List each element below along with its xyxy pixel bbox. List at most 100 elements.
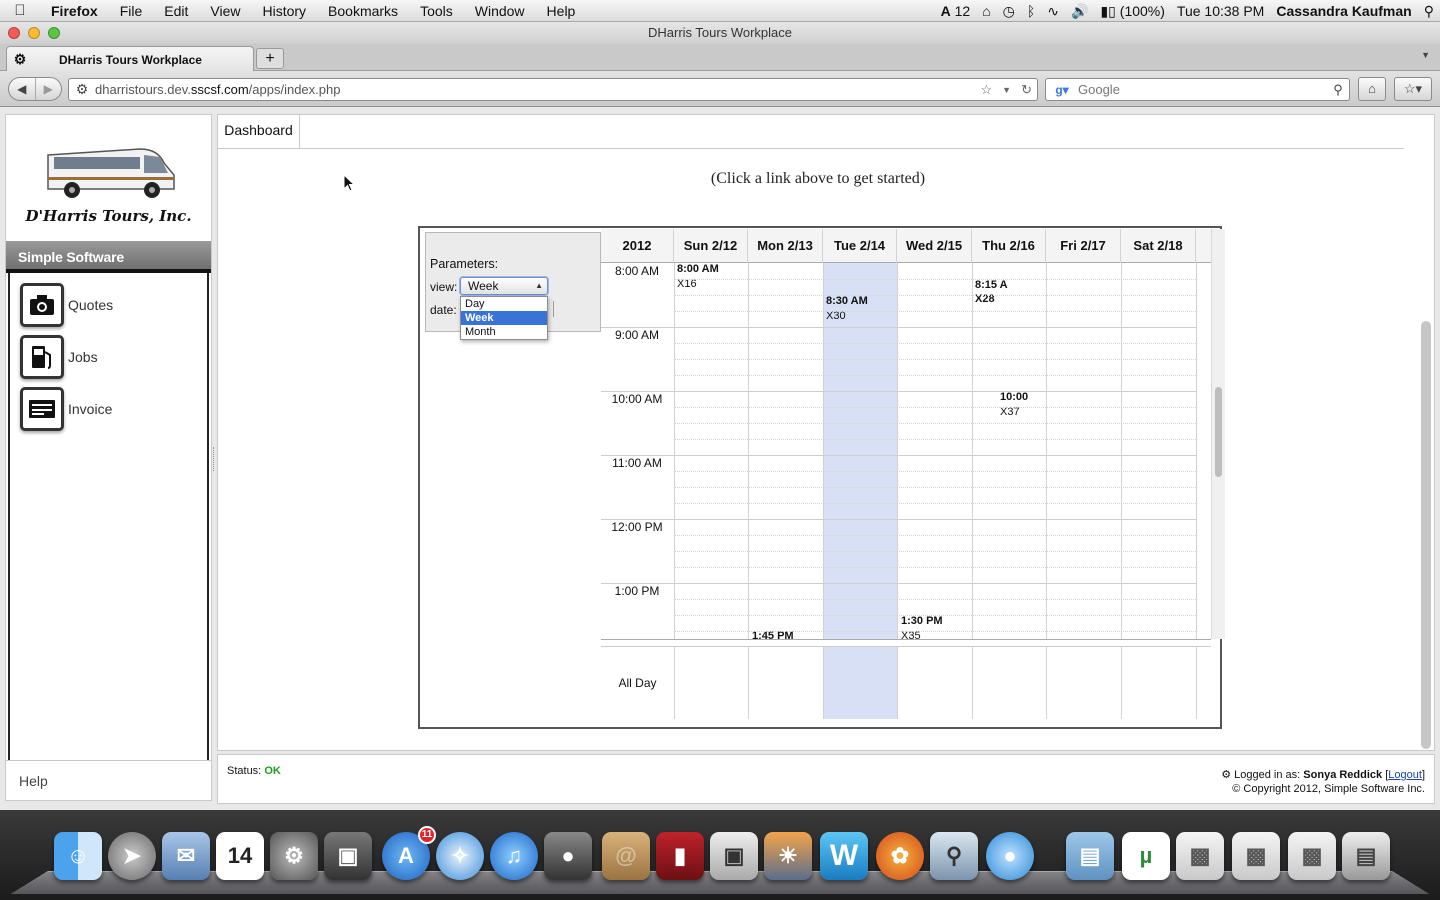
calendar-icon[interactable]: 14 <box>216 832 264 880</box>
menu-help[interactable]: Help <box>536 3 587 19</box>
facetime-icon[interactable]: ● <box>544 832 592 880</box>
preview-icon[interactable]: ▣ <box>710 832 758 880</box>
day-header[interactable]: Thu 2/16 <box>972 229 1046 263</box>
all-day-row[interactable]: All Day <box>601 646 1211 719</box>
minimize-window-button[interactable] <box>28 27 40 39</box>
logout-link[interactable]: Logout <box>1388 769 1422 781</box>
apple-menu-icon[interactable]:  <box>0 2 40 19</box>
minimized-window-icon[interactable]: ▩ <box>1288 832 1336 880</box>
bluetooth-icon[interactable]: ᛒ <box>1021 3 1041 19</box>
event-time[interactable]: 8:00 AM <box>677 263 719 275</box>
event-time[interactable]: 10:00 <box>1000 391 1028 403</box>
adobe-updater-icon[interactable]: A 12 <box>935 3 977 19</box>
browser-tab-active[interactable]: ⚙ DHarris Tours Workplace <box>6 46 254 72</box>
trash-icon[interactable]: ▤ <box>1342 832 1390 880</box>
day-header[interactable]: Sun 2/12 <box>674 229 748 263</box>
bookmarks-menu-button[interactable]: ☆▾ <box>1394 77 1432 101</box>
system-preferences-icon[interactable]: ⚙ <box>270 832 318 880</box>
photo-browser-icon[interactable]: ⚲ <box>930 832 978 880</box>
day-header[interactable]: Fri 2/17 <box>1046 229 1121 263</box>
iphoto-icon[interactable]: ☀ <box>764 832 812 880</box>
menu-window[interactable]: Window <box>464 3 536 19</box>
day-header[interactable]: Mon 2/13 <box>748 229 823 263</box>
bookmark-star-icon[interactable]: ☆ <box>976 82 998 98</box>
view-option-month[interactable]: Month <box>461 325 547 339</box>
event-time[interactable]: 1:30 PM <box>901 615 943 627</box>
spotlight-icon[interactable]: ⚲ <box>1418 3 1440 20</box>
day-header[interactable]: Tue 2/14 <box>823 229 897 263</box>
app-store-icon[interactable]: A 11 <box>382 826 436 880</box>
menu-app-firefox[interactable]: Firefox <box>40 3 109 19</box>
calendar-scroll-thumb[interactable] <box>1215 387 1222 477</box>
word-icon[interactable]: W <box>820 832 868 880</box>
url-text[interactable]: dharristours.dev.sscsf.com/apps/index.ph… <box>95 82 976 97</box>
new-tab-button[interactable]: + <box>256 48 284 69</box>
forward-button[interactable]: ▶ <box>34 78 62 100</box>
search-magnifier-icon[interactable]: ⚲ <box>1327 82 1349 98</box>
address-book-icon[interactable]: @ <box>602 832 650 880</box>
finder-icon[interactable]: ☺ <box>54 832 102 880</box>
url-dropdown-icon[interactable]: ▼ <box>997 85 1016 95</box>
menu-file[interactable]: File <box>109 3 154 19</box>
date-input[interactable] <box>551 301 554 317</box>
mail-icon[interactable]: ✉ <box>162 832 210 880</box>
reload-icon[interactable]: ↻ <box>1016 82 1037 98</box>
launchpad-icon[interactable]: ➤ <box>108 832 156 880</box>
sidebar-item-quotes[interactable]: Quotes <box>20 283 205 327</box>
view-option-day[interactable]: Day <box>461 297 547 311</box>
itunes-icon[interactable]: ♫ <box>490 832 538 880</box>
calendar-grid[interactable]: 8:00 AM 9:00 AM 10:00 AM 11:00 AM 12:00 … <box>601 263 1211 639</box>
home-button[interactable]: ⌂ <box>1358 77 1386 101</box>
minimized-window-icon[interactable]: ▩ <box>1232 832 1280 880</box>
image-capture-icon[interactable]: ▣ <box>324 832 372 880</box>
day-header[interactable]: Sat 2/18 <box>1121 229 1196 263</box>
day-header[interactable]: Wed 2/15 <box>897 229 972 263</box>
main-scrollbar[interactable] <box>1421 321 1431 749</box>
safari-icon[interactable]: ✧ <box>436 832 484 880</box>
utorrent-icon[interactable]: µ <box>1122 832 1170 880</box>
search-input[interactable]: Google <box>1078 82 1327 97</box>
wifi-icon[interactable]: ∿ <box>1041 3 1065 20</box>
view-option-week[interactable]: Week <box>461 311 547 325</box>
time-machine-icon[interactable]: ◷ <box>997 3 1021 20</box>
house-icon[interactable]: ⌂ <box>976 3 996 19</box>
panel-resize-handle[interactable] <box>213 447 215 471</box>
view-select[interactable]: Week ▲▼ <box>460 277 548 306</box>
hour-label: 11:00 AM <box>612 456 662 470</box>
site-identity-icon[interactable]: ⚙ <box>69 81 95 98</box>
documents-folder-icon[interactable]: ▤ <box>1066 832 1114 880</box>
zoom-window-button[interactable] <box>48 27 60 39</box>
back-button[interactable]: ◀ <box>9 78 35 100</box>
menu-edit[interactable]: Edit <box>153 3 199 19</box>
tab-list-arrow-icon[interactable]: ▼ <box>1421 50 1430 60</box>
google-engine-icon[interactable]: g▾ <box>1046 83 1078 97</box>
close-window-button[interactable] <box>8 27 20 39</box>
search-bar[interactable]: g▾ Google ⚲ <box>1045 78 1350 101</box>
menu-history[interactable]: History <box>251 3 317 19</box>
help-link[interactable]: Help <box>19 773 48 789</box>
minimized-window-icon[interactable]: ▩ <box>1176 832 1224 880</box>
tab-dashboard[interactable]: Dashboard <box>218 115 300 149</box>
battery-icon[interactable]: ▮▯ (100%) <box>1094 3 1170 20</box>
menu-tools[interactable]: Tools <box>409 3 464 19</box>
gear-icon[interactable]: ⚙ <box>1221 769 1231 781</box>
event-time[interactable]: 8:30 AM <box>826 295 868 307</box>
menu-view[interactable]: View <box>199 3 251 19</box>
help-panel[interactable]: Help <box>5 760 212 801</box>
event-time[interactable]: 8:15 A <box>975 279 1011 291</box>
quarter-hour-gridline <box>674 423 1196 424</box>
dock: ☺ ➤ ✉ 14 ⚙ ▣ A 11 ✧ ♫ ● @ ▮ ▣ ☀ W ✿ ⚲ ● ▤… <box>0 810 1440 900</box>
clock[interactable]: Tue 10:38 PM <box>1171 3 1270 19</box>
volume-icon[interactable]: 🔊 <box>1065 3 1094 20</box>
messages-icon[interactable]: ● <box>986 832 1034 880</box>
sidebar-item-invoice[interactable]: Invoice <box>20 387 205 431</box>
url-bar[interactable]: ⚙ dharristours.dev.sscsf.com/apps/index.… <box>68 78 1038 101</box>
menu-bookmarks[interactable]: Bookmarks <box>317 3 409 19</box>
sidebar-item-jobs[interactable]: Jobs <box>20 335 205 379</box>
user-menu[interactable]: Cassandra Kaufman <box>1270 3 1417 19</box>
day-column-gridline <box>674 647 675 719</box>
photo-booth-icon[interactable]: ▮ <box>656 832 704 880</box>
firefox-icon[interactable]: ✿ <box>876 832 924 880</box>
calendar-scrollbar[interactable] <box>1211 229 1225 639</box>
quarter-hour-gridline <box>674 343 1196 344</box>
